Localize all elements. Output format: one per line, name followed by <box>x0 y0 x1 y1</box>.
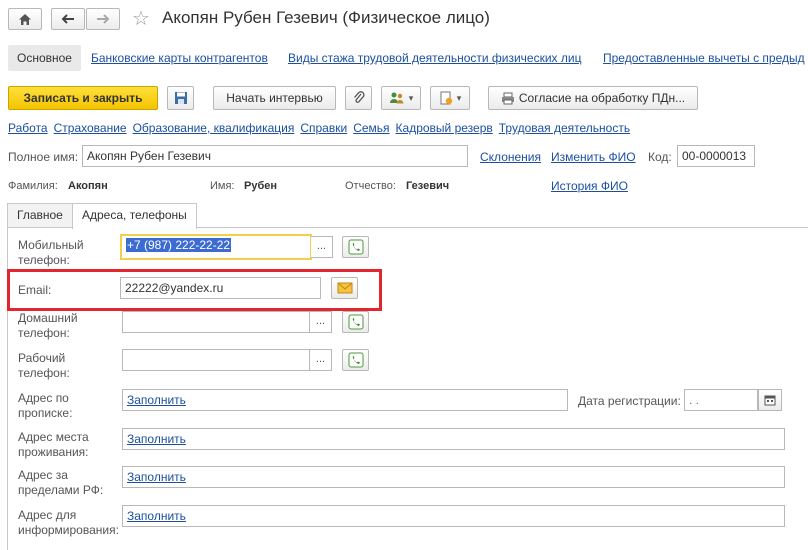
home-icon <box>19 13 31 25</box>
chevron-down-icon: ▾ <box>408 92 414 103</box>
patronymic-value: Гезевич <box>406 180 450 192</box>
email-highlight-frame <box>7 269 382 311</box>
nav-item-bank-cards[interactable]: Банковские карты контрагентов <box>91 51 268 65</box>
change-name-link[interactable]: Изменить ФИО <box>551 150 636 164</box>
name-history-link[interactable]: История ФИО <box>551 179 628 193</box>
reg-address-label: Адрес по прописке: <box>18 391 73 420</box>
live-address-field[interactable]: Заполнить <box>122 428 785 450</box>
calendar-button[interactable] <box>758 389 782 411</box>
consent-label: Согласие на обработку ПДн... <box>518 91 686 105</box>
fullname-label: Полное имя: <box>8 150 79 164</box>
reg-date-input[interactable]: . . <box>684 389 758 411</box>
back-button[interactable] <box>51 8 85 30</box>
arrow-left-icon <box>61 14 74 24</box>
arrow-right-icon <box>97 14 110 24</box>
home-phone-select-button[interactable]: ... <box>310 311 332 333</box>
start-interview-button[interactable]: Начать интервью <box>213 86 336 110</box>
fullname-input[interactable]: Акопян Рубен Гезевич <box>82 145 468 167</box>
live-address-fill-link[interactable]: Заполнить <box>127 432 186 446</box>
floppy-disk-icon <box>174 92 187 104</box>
abroad-address-label: Адрес за пределами РФ: <box>18 468 104 497</box>
link-labor-activity[interactable]: Трудовая деятельность <box>499 121 630 135</box>
attach-button[interactable] <box>345 86 372 110</box>
surname-label: Фамилия: <box>8 180 58 192</box>
abroad-address-field[interactable]: Заполнить <box>122 466 785 488</box>
info-address-field[interactable]: Заполнить <box>122 505 785 527</box>
mobile-phone-value: +7 (987) 222-22-22 <box>126 238 232 252</box>
chevron-down-icon: ▾ <box>456 92 462 103</box>
tab-main[interactable]: Главное <box>7 203 73 228</box>
create-based-on-button[interactable]: ▾ <box>430 86 470 110</box>
nav-item-deductions[interactable]: Предоставленные вычеты с предыд <box>603 51 805 65</box>
nav-item-main[interactable]: Основное <box>8 45 81 71</box>
home-button[interactable] <box>8 8 42 30</box>
home-phone-input[interactable] <box>122 311 310 333</box>
phone-call-icon <box>348 314 363 330</box>
printer-icon <box>501 92 514 104</box>
code-label: Код: <box>648 150 672 164</box>
paperclip-icon <box>353 91 365 103</box>
page-title: Акопян Рубен Гезевич (Физическое лицо) <box>162 8 490 27</box>
save-close-button[interactable]: Записать и закрыть <box>8 86 158 110</box>
link-education[interactable]: Образование, квалификация <box>133 121 295 135</box>
reg-address-fill-link[interactable]: Заполнить <box>127 393 186 407</box>
patronymic-label: Отчество: <box>345 180 396 192</box>
abroad-address-fill-link[interactable]: Заполнить <box>127 470 186 484</box>
info-address-fill-link[interactable]: Заполнить <box>127 509 186 523</box>
related-links: Работа Страхование Образование, квалифик… <box>8 121 630 135</box>
reg-date-label: Дата регистрации: <box>578 394 681 408</box>
star-icon[interactable]: ☆ <box>132 6 150 31</box>
info-address-label: Адрес для информирования: <box>18 508 119 537</box>
tab-addresses-phones[interactable]: Адреса, телефоны <box>72 203 197 229</box>
name-label: Имя: <box>210 180 235 192</box>
phone-call-icon <box>348 239 363 255</box>
mobile-phone-input[interactable]: +7 (987) 222-22-22 <box>120 234 312 260</box>
name-value: Рубен <box>244 180 278 192</box>
work-phone-select-button[interactable]: ... <box>310 349 332 371</box>
call-home-button[interactable] <box>342 311 369 333</box>
users-icon <box>389 92 404 104</box>
calendar-icon <box>764 395 776 406</box>
section-nav: Основное <box>8 44 81 72</box>
phone-call-icon <box>348 352 363 368</box>
live-address-label: Адрес места проживания: <box>18 430 89 459</box>
link-certificates[interactable]: Справки <box>300 121 347 135</box>
reg-address-field[interactable]: Заполнить <box>122 389 568 411</box>
declension-link[interactable]: Склонения <box>480 150 541 164</box>
call-work-button[interactable] <box>342 349 369 371</box>
mobile-phone-label: Мобильный телефон: <box>18 238 84 267</box>
forward-button[interactable] <box>86 8 120 30</box>
document-create-icon <box>440 91 452 105</box>
surname-value: Акопян <box>68 180 108 192</box>
home-phone-label: Домашний телефон: <box>18 311 78 340</box>
consent-button[interactable]: Согласие на обработку ПДн... <box>488 86 698 110</box>
code-input[interactable]: 00-0000013 <box>677 145 755 167</box>
link-personnel-reserve[interactable]: Кадровый резерв <box>396 121 493 135</box>
nav-item-experience-types[interactable]: Виды стажа трудовой деятельности физичес… <box>288 51 581 65</box>
link-work[interactable]: Работа <box>8 121 48 135</box>
work-phone-label: Рабочий телефон: <box>18 351 70 380</box>
work-phone-input[interactable] <box>122 349 310 371</box>
link-family[interactable]: Семья <box>353 121 389 135</box>
link-insurance[interactable]: Страхование <box>54 121 127 135</box>
related-users-button[interactable]: ▾ <box>381 86 421 110</box>
mobile-phone-select-button[interactable]: ... <box>311 236 333 258</box>
save-button[interactable] <box>167 86 194 110</box>
call-mobile-button[interactable] <box>342 236 369 258</box>
